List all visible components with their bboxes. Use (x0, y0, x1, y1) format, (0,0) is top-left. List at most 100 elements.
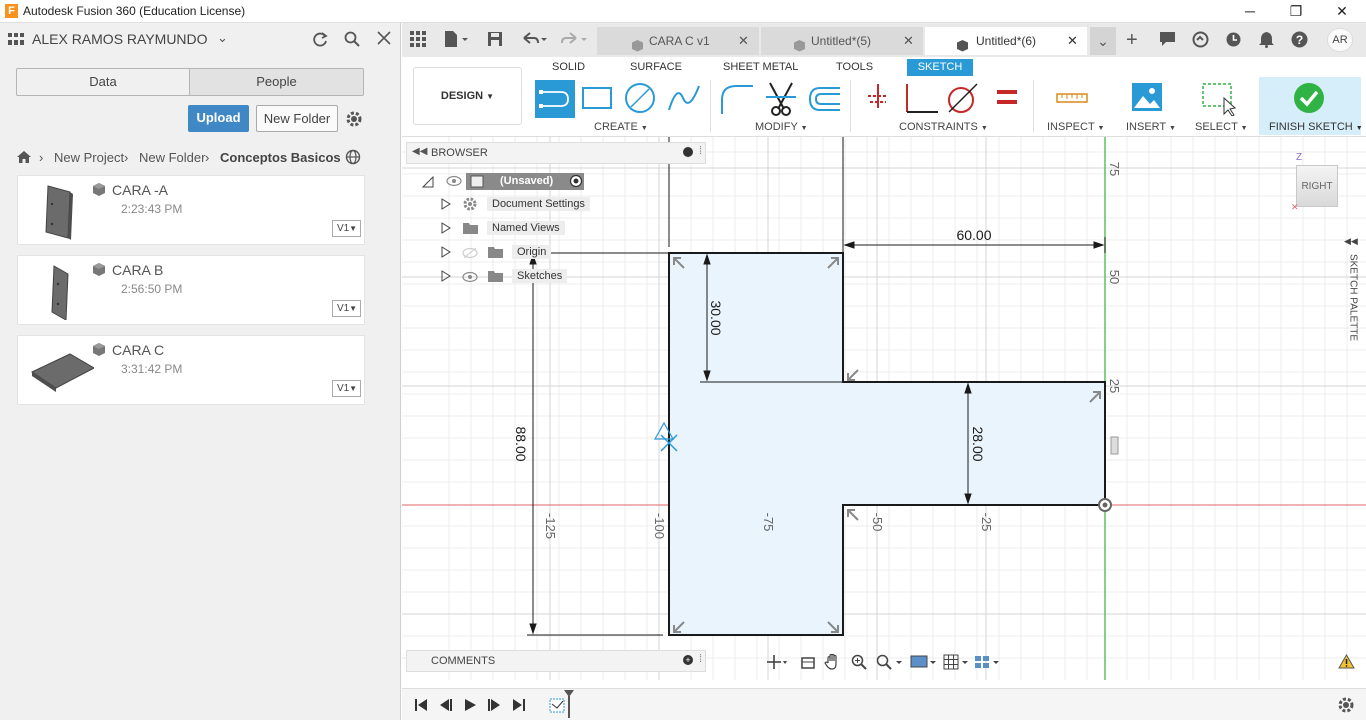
comments-panel-header[interactable]: COMMENTS + ⁞ (406, 650, 706, 672)
close-tab-icon[interactable]: ✕ (738, 27, 749, 55)
create-menu[interactable]: CREATE ▼ (594, 121, 648, 133)
close-window-button[interactable]: ✕ (1319, 0, 1365, 23)
constraints-menu[interactable]: CONSTRAINTS ▼ (899, 121, 988, 133)
tab-solid[interactable]: SOLID (546, 59, 591, 76)
trim-tool-icon[interactable] (764, 81, 798, 120)
tab-people[interactable]: People (189, 68, 364, 96)
inspect-menu[interactable]: INSPECT ▼ (1047, 121, 1104, 133)
maximize-button[interactable]: ❐ (1273, 0, 1319, 23)
tab-tools[interactable]: TOOLS (830, 59, 879, 76)
panel-grip-icon[interactable]: ⁞ (699, 145, 702, 157)
sketch-canvas[interactable]: 60.00 30.00 28.00 88.00 -125 -100 -75 -5… (402, 137, 1366, 680)
warning-icon[interactable] (1338, 653, 1355, 672)
gear-icon[interactable] (345, 110, 363, 131)
eye-icon[interactable] (446, 175, 462, 190)
tab-sketch[interactable]: SKETCH (907, 59, 973, 76)
close-tab-icon[interactable]: ✕ (903, 27, 914, 55)
dimension-28[interactable]: 28.00 (970, 426, 986, 461)
select-menu[interactable]: SELECT ▼ (1195, 121, 1248, 133)
spline-tool-icon[interactable] (667, 82, 701, 117)
browser-root-item[interactable]: (Unsaved) (466, 173, 584, 190)
browser-item-origin[interactable]: Origin (512, 245, 552, 259)
browser-panel-header[interactable]: ◀◀ BROWSER ⁞ (406, 142, 706, 164)
new-folder-button[interactable]: New Folder (256, 105, 338, 132)
save-icon[interactable] (487, 31, 503, 50)
finish-sketch-button[interactable]: FINISH SKETCH ▼ (1259, 77, 1363, 135)
play-icon[interactable] (463, 698, 477, 715)
add-comment-icon[interactable]: + (683, 655, 693, 665)
help-icon[interactable]: ? (1291, 31, 1308, 51)
line-tool-icon[interactable] (535, 80, 575, 118)
version-dropdown[interactable]: V1 ▼ (332, 220, 361, 237)
browser-item-named-views[interactable]: Named Views (487, 221, 565, 235)
workspace-switcher[interactable]: DESIGN ▼ (413, 67, 522, 125)
dimension-30[interactable]: 30.00 (708, 300, 724, 335)
expand-arrow-icon[interactable] (441, 222, 451, 237)
comment-icon[interactable] (1159, 31, 1176, 50)
tangent-constraint-icon[interactable] (945, 82, 979, 117)
search-icon[interactable] (344, 31, 360, 50)
display-settings-icon[interactable] (910, 654, 938, 673)
step-forward-icon[interactable] (487, 698, 501, 715)
view-cube[interactable]: RIGHT (1296, 165, 1338, 207)
tab-untitled-6[interactable]: Untitled*(6) ✕ (925, 27, 1087, 55)
panel-grip-icon[interactable]: ⁞ (699, 653, 702, 665)
version-dropdown[interactable]: V1 ▼ (332, 300, 361, 317)
new-tab-icon[interactable]: + (1126, 29, 1138, 52)
measure-tool-icon[interactable] (1056, 86, 1088, 113)
tab-overflow-icon[interactable]: ⌄ (1090, 27, 1116, 55)
expand-triangle-icon[interactable] (421, 175, 434, 191)
file-card-cara-b[interactable]: CARA B 2:56:50 PM V1 ▼ (17, 255, 365, 325)
collapse-panel-icon[interactable]: ◀◀ (412, 146, 427, 157)
zoom-icon[interactable] (851, 654, 867, 673)
activate-radio-icon[interactable] (569, 174, 583, 191)
dimension-88[interactable]: 88.00 (513, 426, 529, 461)
breadcrumb-new-project[interactable]: New Project (54, 150, 124, 165)
equal-constraint-icon[interactable] (995, 88, 1019, 111)
tab-surface[interactable]: SURFACE (624, 59, 688, 76)
orbit-icon[interactable] (766, 654, 788, 673)
insert-menu[interactable]: INSERT ▼ (1126, 121, 1176, 133)
go-to-end-icon[interactable] (512, 698, 526, 715)
tab-untitled-5[interactable]: Untitled*(5) ✕ (761, 27, 923, 55)
select-window-icon[interactable] (1202, 82, 1238, 119)
insert-image-icon[interactable] (1131, 82, 1163, 115)
redo-icon[interactable] (560, 30, 588, 51)
expand-arrow-icon[interactable] (441, 270, 451, 285)
breadcrumb-new-folder[interactable]: New Folder (139, 150, 205, 165)
file-card-cara-c[interactable]: CARA C 3:31:42 PM V1 ▼ (17, 335, 365, 405)
globe-icon[interactable] (345, 149, 361, 168)
refresh-icon[interactable] (312, 31, 328, 50)
undo-icon[interactable] (520, 30, 548, 51)
tab-sheet-metal[interactable]: SHEET METAL (717, 59, 804, 76)
eye-hidden-icon[interactable] (462, 247, 478, 262)
perpendicular-constraint-icon[interactable] (902, 82, 938, 117)
eye-icon[interactable] (462, 271, 478, 286)
app-grid-icon[interactable] (410, 31, 426, 50)
file-card-cara-a[interactable]: CARA -A 2:23:43 PM V1 ▼ (17, 175, 365, 245)
tab-cara-c[interactable]: CARA C v1 ✕ (597, 27, 759, 55)
step-back-icon[interactable] (439, 698, 453, 715)
viewports-icon[interactable] (974, 654, 1002, 673)
close-tab-icon[interactable]: ✕ (1067, 27, 1078, 55)
browser-item-sketches[interactable]: Sketches (512, 269, 568, 283)
expand-arrow-icon[interactable] (441, 198, 451, 213)
coincident-constraint-icon[interactable] (866, 82, 890, 117)
home-icon[interactable] (16, 150, 32, 167)
job-status-icon[interactable] (1192, 31, 1209, 51)
sketch-palette-tab[interactable]: ◀◀ SKETCH PALETTE (1340, 236, 1362, 356)
fillet-tool-icon[interactable] (719, 82, 755, 119)
version-dropdown[interactable]: V1 ▼ (332, 380, 361, 397)
minimize-button[interactable]: ─ (1227, 0, 1273, 23)
avatar[interactable]: AR (1327, 28, 1353, 52)
fit-view-icon[interactable] (876, 654, 904, 673)
team-icon[interactable] (8, 31, 24, 47)
bell-icon[interactable] (1258, 31, 1275, 51)
pan-hand-icon[interactable] (824, 653, 842, 674)
chevron-down-icon[interactable]: ⌄ (217, 30, 228, 46)
look-at-icon[interactable] (800, 654, 816, 673)
close-panel-icon[interactable] (377, 31, 391, 48)
modify-menu[interactable]: MODIFY ▼ (755, 121, 808, 133)
minimize-panel-icon[interactable] (683, 147, 693, 157)
rectangle-tool-icon[interactable] (581, 84, 613, 115)
